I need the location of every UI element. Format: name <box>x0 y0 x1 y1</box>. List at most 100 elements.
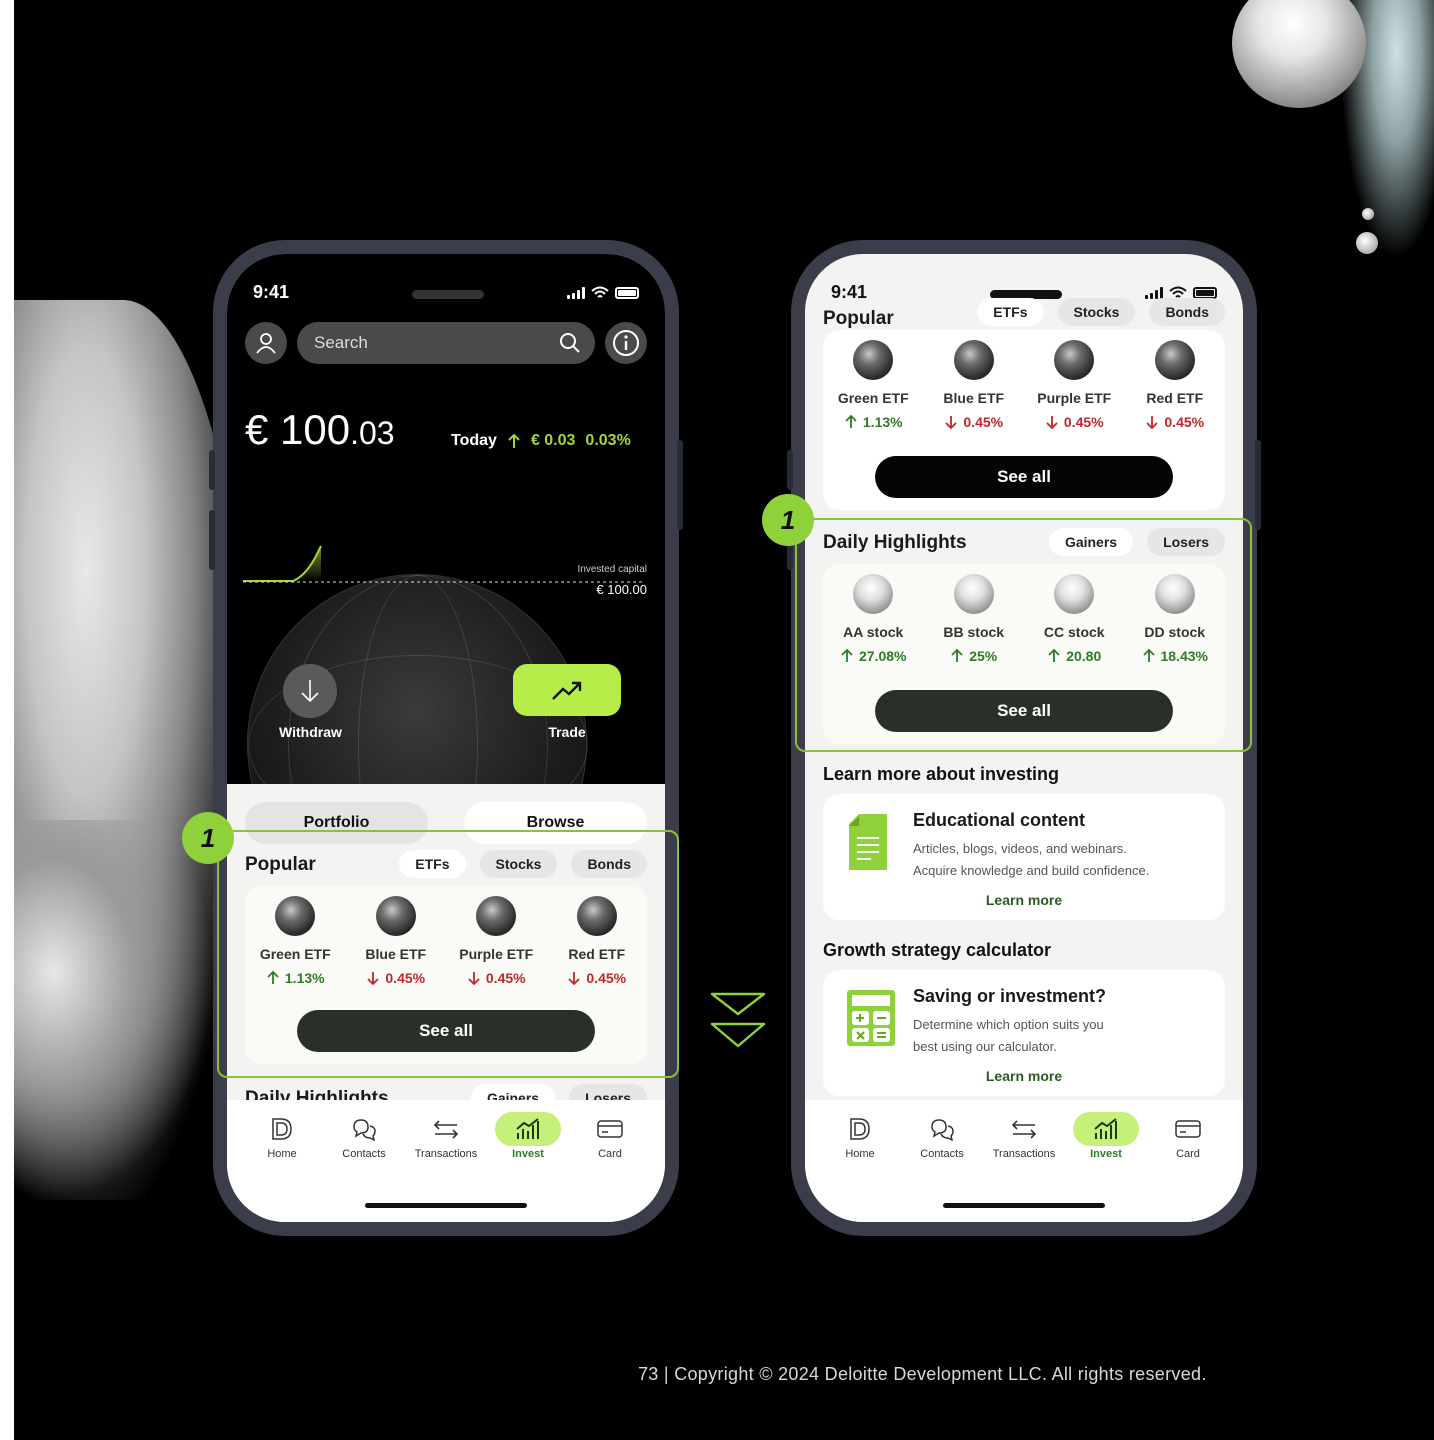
asset-change: 1.13% <box>844 414 903 430</box>
card-title: Saving or investment? <box>913 986 1107 1006</box>
asset-name: Green ETF <box>837 390 909 406</box>
educational-content-card: Educational content Articles, blogs, vid… <box>823 794 1225 920</box>
tab-card[interactable]: Card <box>1147 1112 1229 1160</box>
asset-item[interactable]: Red ETF 0.45% <box>1125 340 1226 430</box>
highlight-frame-popular <box>217 830 679 1078</box>
asset-name: Blue ETF <box>943 390 1005 406</box>
growth-section-title: Growth strategy calculator <box>823 940 1052 960</box>
learn-section-title: Learn more about investing <box>823 764 1060 784</box>
tab-contacts[interactable]: Contacts <box>323 1112 405 1160</box>
tab-label: Invest <box>512 1148 544 1160</box>
popular-card: Green ETF 1.13% Blue ETF 0.45% Purple ETF 0.4… <box>823 330 1225 510</box>
status-bar: 9:41 <box>253 282 639 306</box>
card-description: Articles, blogs, videos, and webinars. <box>913 841 1127 856</box>
tab-label: Contacts <box>920 1148 964 1160</box>
tab-card[interactable]: Card <box>569 1112 651 1160</box>
phone-left: 9:41 Search € 100.03 Today € 0.03 0.03% <box>209 240 683 1236</box>
tab-home[interactable]: Home <box>819 1112 901 1160</box>
deloitte-d-icon <box>827 1112 893 1146</box>
arrow-down-icon <box>1146 416 1159 430</box>
status-time: 9:41 <box>831 282 868 302</box>
tab-label: Transactions <box>414 1148 478 1160</box>
footer-copyright: 73 | Copyright © 2024 Deloitte Developme… <box>638 1364 1207 1384</box>
card-description: Determine which option suits you <box>913 1017 1104 1032</box>
trade-button[interactable]: Trade <box>513 664 621 740</box>
left-edge <box>0 0 14 1440</box>
trend-up-icon <box>552 681 582 700</box>
tab-label: Transactions <box>992 1148 1056 1160</box>
invest-chart-icon <box>1073 1112 1139 1146</box>
transfer-arrows-icon <box>413 1112 479 1146</box>
card-title: Educational content <box>913 810 1086 830</box>
tab-invest[interactable]: Invest <box>487 1112 569 1160</box>
dynamic-island <box>412 290 484 299</box>
see-all-button[interactable]: See all <box>875 456 1173 498</box>
double-chevron-down-icon <box>710 992 766 1048</box>
callout-badge: 1 <box>762 494 814 546</box>
info-icon <box>613 330 639 356</box>
asset-ball-icon <box>1054 340 1095 380</box>
portfolio-hero: 9:41 Search € 100.03 Today € 0.03 0.03% <box>227 254 665 784</box>
learn-more-link[interactable]: Learn more <box>823 1068 1225 1084</box>
user-icon <box>256 333 276 354</box>
chat-bubbles-icon <box>909 1112 975 1146</box>
asset-change: 0.45% <box>944 414 1003 430</box>
status-time: 9:41 <box>253 282 290 302</box>
search-input[interactable]: Search <box>297 322 595 364</box>
asset-item[interactable]: Green ETF 1.13% <box>823 340 924 430</box>
wifi-icon <box>591 286 609 298</box>
arrow-up-icon <box>508 433 520 448</box>
deloitte-d-icon <box>249 1112 315 1146</box>
arrow-down-icon <box>945 416 958 430</box>
tab-bar: Home Contacts Transactions Invest Card <box>227 1100 665 1222</box>
credit-card-icon <box>577 1112 643 1146</box>
tab-label: Invest <box>1090 1148 1122 1160</box>
arrow-up-icon <box>845 414 857 428</box>
asset-change: 0.45% <box>1145 414 1204 430</box>
highlight-frame-daily <box>795 518 1252 752</box>
chip-stocks[interactable]: Stocks <box>1057 298 1136 326</box>
document-icon <box>849 814 887 870</box>
asset-change: 0.45% <box>1045 414 1104 430</box>
profile-button[interactable] <box>245 322 287 364</box>
callout-badge: 1 <box>182 812 234 864</box>
tab-invest[interactable]: Invest <box>1065 1112 1147 1160</box>
tab-label: Home <box>267 1148 297 1160</box>
arrow-down-icon <box>301 680 320 703</box>
tab-contacts[interactable]: Contacts <box>901 1112 983 1160</box>
credit-card-icon <box>1155 1112 1221 1146</box>
invest-chart-icon <box>495 1112 561 1146</box>
chat-bubbles-icon <box>331 1112 397 1146</box>
invested-capital-label: Invested capital <box>577 564 648 575</box>
learn-more-link[interactable]: Learn more <box>823 892 1225 908</box>
liquid-splash-lower <box>14 820 214 1200</box>
asset-name: Purple ETF <box>1037 390 1112 406</box>
asset-ball-icon <box>953 340 994 380</box>
info-button[interactable] <box>605 322 647 364</box>
battery-icon <box>615 287 639 299</box>
tab-transactions[interactable]: Transactions <box>405 1112 487 1160</box>
balance-amount: € 100.03 <box>245 406 395 453</box>
slide: 9:41 Search € 100.03 Today € 0.03 0.03% <box>0 0 1434 1440</box>
chip-etfs[interactable]: ETFs <box>977 298 1044 326</box>
asset-item[interactable]: Blue ETF 0.45% <box>924 340 1025 430</box>
today-change: Today € 0.03 0.03% <box>451 432 631 449</box>
withdraw-button[interactable]: Withdraw <box>279 664 342 740</box>
asset-item[interactable]: Purple ETF 0.45% <box>1024 340 1125 430</box>
chip-bonds[interactable]: Bonds <box>1149 298 1225 326</box>
calculator-card: Saving or investment? Determine which op… <box>823 970 1225 1096</box>
asset-ball-icon <box>853 340 894 380</box>
droplet <box>1362 208 1374 220</box>
section-title: Popular <box>823 308 894 329</box>
cellular-icon <box>567 287 585 299</box>
card-description: best using our calculator. <box>913 1039 1057 1054</box>
tab-home[interactable]: Home <box>241 1112 323 1160</box>
tab-transactions[interactable]: Transactions <box>983 1112 1065 1160</box>
tab-label: Home <box>845 1148 875 1160</box>
search-placeholder: Search <box>314 333 368 352</box>
transfer-arrows-icon <box>991 1112 1057 1146</box>
search-icon <box>560 333 580 353</box>
tab-bar: Home Contacts Transactions Invest Card <box>805 1100 1243 1222</box>
arrow-down-icon <box>1046 416 1058 430</box>
tab-label: Card <box>1176 1148 1200 1160</box>
